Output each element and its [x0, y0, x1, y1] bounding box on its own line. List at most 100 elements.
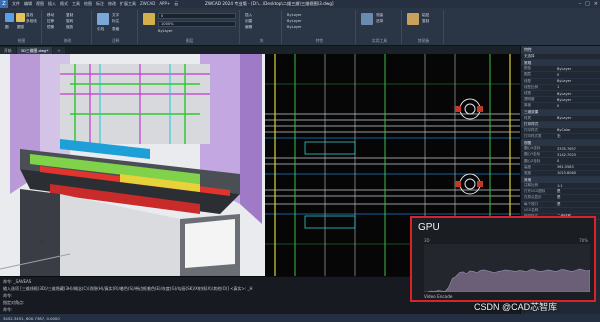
menu-draw[interactable]: 绘图	[84, 1, 92, 7]
scale-dropdown[interactable]: 1000%	[158, 21, 236, 27]
ribbon-item-arc[interactable]: 圆弧	[17, 25, 24, 30]
property-key: 高度	[524, 164, 531, 169]
gpu-3d-label: 3D	[424, 238, 430, 243]
ribbon-lineweight-dropdown[interactable]: ByLayer	[287, 25, 302, 29]
property-key: 在原点显示	[524, 195, 542, 200]
selection-value: 无选择	[524, 54, 535, 59]
gpu-video-encode-label: Video Encode	[424, 294, 453, 299]
ribbon-item-select[interactable]: 选择	[376, 19, 383, 24]
svg-text:Y: Y	[39, 239, 44, 246]
menu-edit[interactable]: 编辑	[24, 1, 32, 7]
gpu-percent: 70%	[579, 238, 588, 243]
layer-dropdown-value: 0	[161, 14, 164, 18]
ribbon-group-properties: ByLayer ByLayer ByLayer 特性	[284, 10, 356, 44]
menu-cloud[interactable]: 云	[174, 1, 178, 7]
ribbon-item-circle[interactable]: 圆	[5, 25, 9, 30]
command-history-line: 命令: _SAVEAS	[3, 279, 32, 284]
ribbon-item-move[interactable]: 移动	[47, 13, 54, 18]
property-key: 宽度	[524, 170, 531, 175]
ribbon-item-line[interactable]: 直线	[26, 13, 33, 18]
ribbon-group-label: 注释	[111, 38, 120, 43]
ribbon-item-stretch[interactable]: 拉伸	[47, 19, 54, 24]
ribbon-item-edit[interactable]: 编辑	[245, 25, 252, 30]
ribbon-item-table[interactable]: 表格	[112, 27, 119, 32]
maximize-button[interactable]: □	[585, 1, 590, 7]
menu-view[interactable]: 视图	[36, 1, 44, 7]
ribbon-item-insert[interactable]: 插入	[245, 13, 252, 18]
property-value: 0	[557, 159, 560, 164]
property-value: 1:1	[557, 183, 563, 188]
property-key: 图层	[524, 72, 531, 77]
menu-tools[interactable]: 工具	[72, 1, 80, 7]
tab-start[interactable]: 开始	[0, 47, 16, 54]
menu-insert[interactable]: 插入	[48, 1, 56, 7]
ribbon-item-create[interactable]: 创建	[245, 19, 252, 24]
property-key: 打印样式表	[524, 133, 542, 138]
property-value: 361.5583	[557, 165, 574, 170]
ribbon-item-copy-clip[interactable]: 复制	[422, 19, 429, 24]
property-key: 材质	[524, 115, 531, 120]
ribbon-item-bylayer[interactable]: ByLayer	[158, 29, 173, 33]
ribbon-item-polyline[interactable]: 多段线	[26, 19, 37, 24]
property-key: 线型	[524, 78, 531, 83]
ribbon-item-scale[interactable]: 缩放	[66, 25, 73, 30]
ribbon-item-measure[interactable]: 测量	[376, 13, 383, 18]
ribbon-group-label: 绘图	[17, 38, 26, 43]
minimize-button[interactable]: –	[579, 1, 582, 7]
viewport-3d[interactable]: Y	[0, 54, 265, 276]
property-value: ByLayer	[557, 79, 572, 84]
status-bar: 3452.3451, 600.7387, 0.0000	[0, 314, 600, 322]
menu-bar: 文件 编辑 视图 插入 格式 工具 绘图 标注 修改 扩展工具 ZWCAD AP…	[12, 1, 178, 7]
property-value: ByLayer	[557, 97, 572, 102]
command-input[interactable]: 命令:	[3, 307, 12, 313]
layer-properties-icon[interactable]	[143, 13, 155, 25]
text-icon[interactable]	[97, 13, 109, 25]
property-value: 是	[557, 189, 561, 194]
ribbon-item-rotate[interactable]: 旋转	[66, 19, 73, 24]
new-tab-button[interactable]: +	[53, 47, 65, 54]
menu-file[interactable]: 文件	[12, 1, 20, 7]
line-icon[interactable]	[5, 13, 14, 22]
property-key: 圆心X坐标	[524, 146, 541, 151]
property-key: 颜色	[524, 66, 531, 71]
ribbon-item-leader[interactable]: 引线	[97, 27, 104, 32]
property-key: 打印样式	[524, 127, 538, 132]
layer-dropdown[interactable]: 0	[158, 13, 236, 19]
ribbon-group-annotation: 文字 标注 引线 表格 注释	[94, 10, 138, 44]
ribbon-group-block: 插入 创建 编辑 块	[242, 10, 282, 44]
3d-model-render: Y	[0, 54, 265, 276]
ribbon-group-clipboard: 粘贴 复制 剪贴板	[404, 10, 444, 44]
coordinate-readout: 3452.3451, 600.7387, 0.0000	[3, 315, 60, 321]
property-value: 是	[557, 201, 561, 206]
ribbon: 直线 多段线 圆 圆弧 绘图 移动 复制 拉伸 旋转 镜像 缩放 修改 文字 标…	[0, 8, 600, 46]
close-button[interactable]: ×	[594, 1, 598, 7]
document-tabs: 开始 3D三维图.dwg* +	[0, 46, 520, 54]
property-value: ByLayer	[557, 66, 572, 71]
polyline-icon[interactable]	[16, 13, 25, 22]
ribbon-item-copy[interactable]: 复制	[66, 13, 73, 18]
ribbon-group-layers: 0 1000% ByLayer 图层	[140, 10, 240, 44]
ribbon-linetype-dropdown[interactable]: ByLayer	[287, 19, 302, 23]
ribbon-group-draw: 直线 多段线 圆 圆弧 绘图	[2, 10, 42, 44]
property-key: 线宽	[524, 91, 531, 96]
ribbon-item-dimension[interactable]: 标注	[112, 19, 119, 24]
watermark: CSDN @CAD芯智库	[474, 302, 558, 312]
menu-format[interactable]: 格式	[60, 1, 68, 7]
menu-modify[interactable]: 修改	[108, 1, 116, 7]
ribbon-color-dropdown[interactable]: ByLayer	[287, 13, 302, 17]
menu-dimension[interactable]: 标注	[96, 1, 104, 7]
ribbon-item-mirror[interactable]: 镜像	[47, 25, 54, 30]
command-history-line: 命令:	[3, 293, 13, 298]
app-logo-icon[interactable]: Z	[0, 0, 8, 8]
scale-dropdown-value: 1000%	[161, 22, 174, 26]
ribbon-item-text[interactable]: 文字	[112, 13, 119, 18]
menu-zwcad[interactable]: ZWCAD	[140, 1, 155, 7]
tab-3d-drawing[interactable]: 3D三维图.dwg*	[16, 47, 53, 54]
measure-icon[interactable]	[361, 13, 373, 25]
menu-ext-tools[interactable]: 扩展工具	[120, 1, 136, 7]
ribbon-group-utilities: 测量 选择 实用工具	[358, 10, 402, 44]
ribbon-item-paste[interactable]: 粘贴	[422, 13, 429, 18]
menu-app-plus[interactable]: APP+	[159, 1, 170, 7]
paste-icon[interactable]	[407, 13, 419, 25]
ribbon-group-label: 修改	[63, 38, 72, 43]
